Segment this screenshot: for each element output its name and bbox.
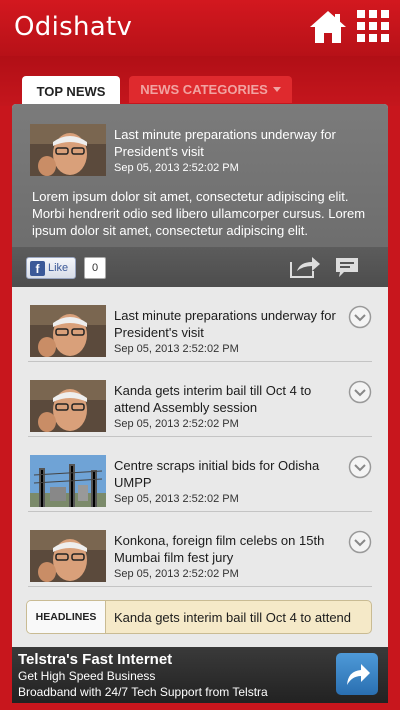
like-label: Like [48, 262, 69, 274]
tab-news-categories[interactable]: NEWS CATEGORIES [129, 76, 292, 103]
featured-date: Sep 05, 2013 2:52:02 PM [114, 162, 239, 174]
news-date: Sep 05, 2013 2:52:02 PM [114, 568, 239, 580]
news-thumbnail [30, 530, 106, 582]
headlines-ticker[interactable]: HEADLINES Kanda gets interim bail till O… [26, 600, 372, 634]
news-item[interactable]: Konkona, foreign film celebs on 15th Mum… [28, 512, 372, 587]
featured-action-bar: f Like 0 [12, 247, 388, 287]
chevron-down-icon[interactable] [348, 455, 372, 479]
grid-menu-icon[interactable] [357, 10, 389, 44]
ad-banner[interactable]: Telstra's Fast Internet Get High Speed B… [12, 647, 388, 703]
news-title: Konkona, foreign film celebs on 15th Mum… [114, 533, 325, 565]
news-item[interactable]: Centre scraps initial bids for Odisha UM… [28, 437, 372, 512]
chevron-down-icon[interactable] [348, 530, 372, 554]
news-panel: Last minute preparations underway for Pr… [12, 104, 388, 647]
facebook-icon: f [30, 260, 45, 276]
featured-thumbnail [30, 124, 106, 176]
news-title: Last minute preparations underway for Pr… [114, 308, 336, 340]
like-count: 0 [84, 257, 106, 279]
featured-description: Lorem ipsum dolor sit amet, consectetur … [32, 189, 366, 238]
news-date: Sep 05, 2013 2:52:02 PM [114, 418, 239, 430]
ad-headline: Telstra's Fast Internet [18, 651, 173, 668]
featured-title: Last minute preparations underway for Pr… [114, 127, 336, 159]
news-thumbnail [30, 380, 106, 432]
news-item[interactable]: Last minute preparations underway for Pr… [28, 287, 372, 362]
ad-line-3: Broadband with 24/7 Tech Support from Te… [18, 685, 268, 699]
tab-news-categories-label: NEWS CATEGORIES [140, 82, 268, 97]
news-thumbnail [30, 455, 106, 507]
app-logo: Odishatv [14, 12, 133, 42]
news-date: Sep 05, 2013 2:52:02 PM [114, 493, 239, 505]
ad-arrow-icon[interactable] [336, 653, 378, 695]
headlines-label: HEADLINES [27, 601, 106, 633]
news-title: Centre scraps initial bids for Odisha UM… [114, 458, 320, 490]
share-icon[interactable] [288, 254, 322, 280]
facebook-like-button[interactable]: f Like [26, 257, 76, 279]
featured-story[interactable]: Last minute preparations underway for Pr… [12, 104, 388, 287]
news-item[interactable]: Kanda gets interim bail till Oct 4 to at… [28, 362, 372, 437]
news-date: Sep 05, 2013 2:52:02 PM [114, 343, 239, 355]
news-list: Last minute preparations underway for Pr… [12, 287, 388, 587]
chevron-down-icon[interactable] [348, 380, 372, 404]
news-thumbnail [30, 305, 106, 357]
news-title: Kanda gets interim bail till Oct 4 to at… [114, 383, 312, 415]
chevron-down-icon[interactable] [348, 305, 372, 329]
caret-down-icon [272, 87, 281, 92]
comment-icon[interactable] [334, 255, 360, 279]
tab-top-news[interactable]: TOP NEWS [22, 76, 120, 106]
headlines-text: Kanda gets interim bail till Oct 4 to at… [114, 609, 352, 625]
ad-line-2: Get High Speed Business [18, 669, 156, 683]
home-icon[interactable] [308, 8, 348, 46]
app-header: Odishatv [0, 0, 400, 56]
